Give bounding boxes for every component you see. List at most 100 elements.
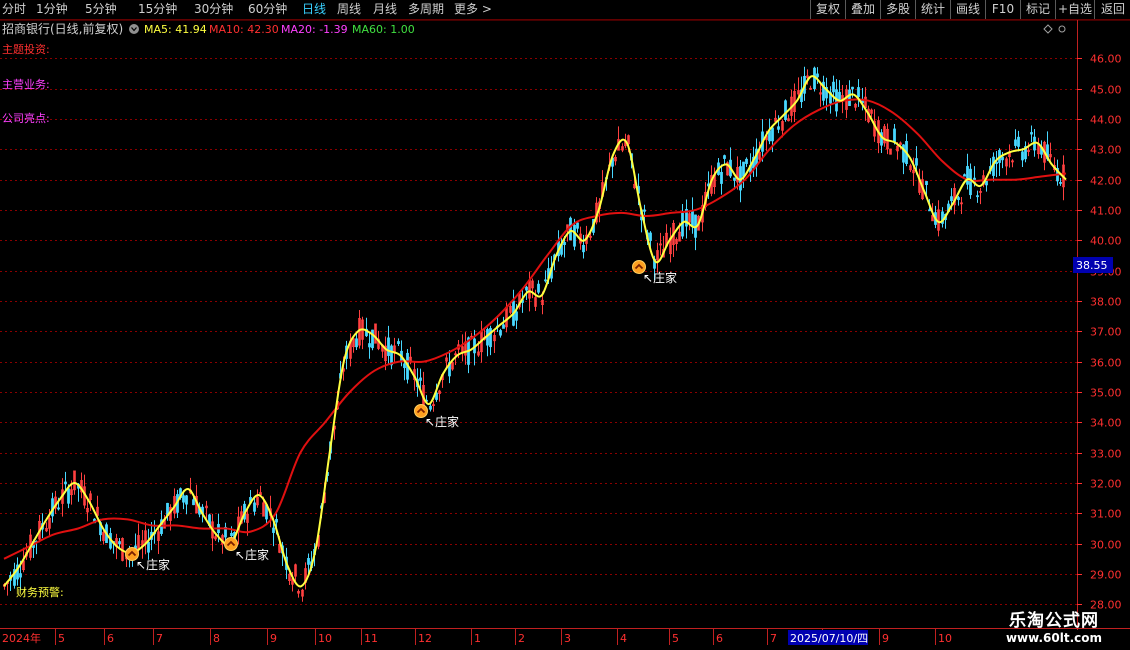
candle-body (816, 73, 819, 78)
candle-body (368, 343, 371, 348)
candle-body (192, 499, 195, 506)
price-chart[interactable]: 28.0029.0030.0031.0032.0033.0034.0035.00… (0, 0, 1130, 650)
y-tick-label: 46.00 (1090, 53, 1122, 66)
x-tick-label: 10 (318, 632, 332, 645)
y-tick-label: 42.00 (1090, 175, 1122, 188)
candle-body (355, 338, 358, 348)
y-tick-label: 34.00 (1090, 417, 1122, 430)
candle-body (275, 518, 278, 523)
ma5-value: MA5: 41.94 (144, 23, 207, 36)
x-tick-label: 12 (418, 632, 432, 645)
candle-body (915, 158, 918, 166)
candle-body (784, 100, 787, 120)
candle-body (1030, 132, 1033, 135)
candle-body (1001, 156, 1004, 161)
candle-body (563, 242, 566, 245)
x-tick-label: 4 (620, 632, 627, 645)
candle-body (19, 573, 22, 578)
candle-body (777, 126, 780, 130)
candle-body (742, 161, 745, 177)
x-tick-label: 7 (770, 632, 777, 645)
candle-body (429, 405, 432, 410)
candle-body (582, 244, 585, 253)
diamond-icon[interactable] (1043, 24, 1053, 34)
y-tick-label: 29.00 (1090, 569, 1122, 582)
candle-body (576, 222, 579, 229)
ma10-value: MA10: 42.30 (209, 23, 279, 36)
y-tick-label: 32.00 (1090, 478, 1122, 491)
ma20-value: MA20: -1.39 (281, 23, 348, 36)
dropdown-icon[interactable] (129, 24, 139, 34)
candle-body (569, 217, 572, 241)
watermark-title: 乐淘公式网 (1008, 611, 1099, 631)
candle-body (537, 283, 540, 293)
stock-title: 招商银行(日线,前复权) (2, 21, 123, 36)
candle-body (1014, 139, 1017, 146)
x-tick-label: 2 (518, 632, 525, 645)
candle-body (969, 168, 972, 196)
date-marker: 2025/07/10/四 (790, 632, 868, 645)
candle-body (649, 232, 652, 241)
y-tick-label: 30.00 (1090, 539, 1122, 552)
candle-body (502, 324, 505, 329)
x-tick-label: 1 (474, 632, 481, 645)
candle-body (253, 502, 256, 512)
finance-warning-label: 财务预警: (16, 586, 64, 599)
candle-body (691, 210, 694, 227)
circle-icon[interactable] (1058, 25, 1066, 33)
candle-body (643, 209, 646, 212)
x-tick-label: 6 (716, 632, 723, 645)
x-tick-label: 10 (938, 632, 952, 645)
watermark-url: www.60lt.com (1005, 631, 1102, 645)
candle-body (390, 345, 393, 366)
company-highlight-label: 公司亮点: (2, 112, 50, 125)
y-tick-label: 44.00 (1090, 114, 1122, 127)
candle-body (544, 279, 547, 282)
signal-label: ↖庄家 (643, 270, 677, 285)
signal-label: ↖庄家 (425, 414, 459, 429)
y-tick-label: 40.00 (1090, 235, 1122, 248)
candle-body (857, 87, 860, 98)
x-tick-label: 5 (58, 632, 65, 645)
candle-body (515, 311, 518, 321)
candle-body (925, 181, 928, 185)
candle-body (118, 541, 121, 545)
candle-body (272, 527, 275, 533)
candle-body (723, 155, 726, 159)
ma60-value: MA60: 1.00 (352, 23, 415, 36)
candle-body (1021, 151, 1024, 161)
candle-body (403, 363, 406, 369)
main-business-label: 主营业务: (2, 78, 50, 91)
y-tick-label: 35.00 (1090, 387, 1122, 400)
candle-body (848, 89, 851, 107)
y-tick-label: 37.00 (1090, 326, 1122, 339)
watermark: 乐淘公式网 www.60lt.com (1006, 606, 1102, 645)
candle-body (985, 180, 988, 186)
candle-body (573, 224, 576, 247)
candle-body (387, 337, 390, 356)
candle-body (1017, 136, 1020, 147)
x-tick-label: 2024年 (2, 631, 41, 645)
x-tick-label: 7 (156, 632, 163, 645)
x-tick-label: 8 (213, 632, 220, 645)
candle-body (397, 341, 400, 344)
candle-body (995, 161, 998, 165)
candle-body (851, 86, 854, 90)
candle-body (771, 127, 774, 142)
theme-investment-label: 主题投资: (2, 43, 50, 56)
x-tick-label: 6 (107, 632, 114, 645)
x-tick-label: 11 (364, 632, 378, 645)
candle-body (838, 91, 841, 100)
y-tick-label: 38.00 (1090, 296, 1122, 309)
candle-body (733, 177, 736, 181)
x-tick-label: 5 (672, 632, 679, 645)
y-tick-label: 31.00 (1090, 508, 1122, 521)
candle-body (963, 174, 966, 177)
x-tick-label: 9 (270, 632, 277, 645)
y-tick-label: 43.00 (1090, 144, 1122, 157)
candle-body (419, 377, 422, 381)
y-tick-label: 41.00 (1090, 205, 1122, 218)
candle-body (893, 128, 896, 143)
candle-body (966, 166, 969, 185)
candle-body (147, 541, 150, 553)
